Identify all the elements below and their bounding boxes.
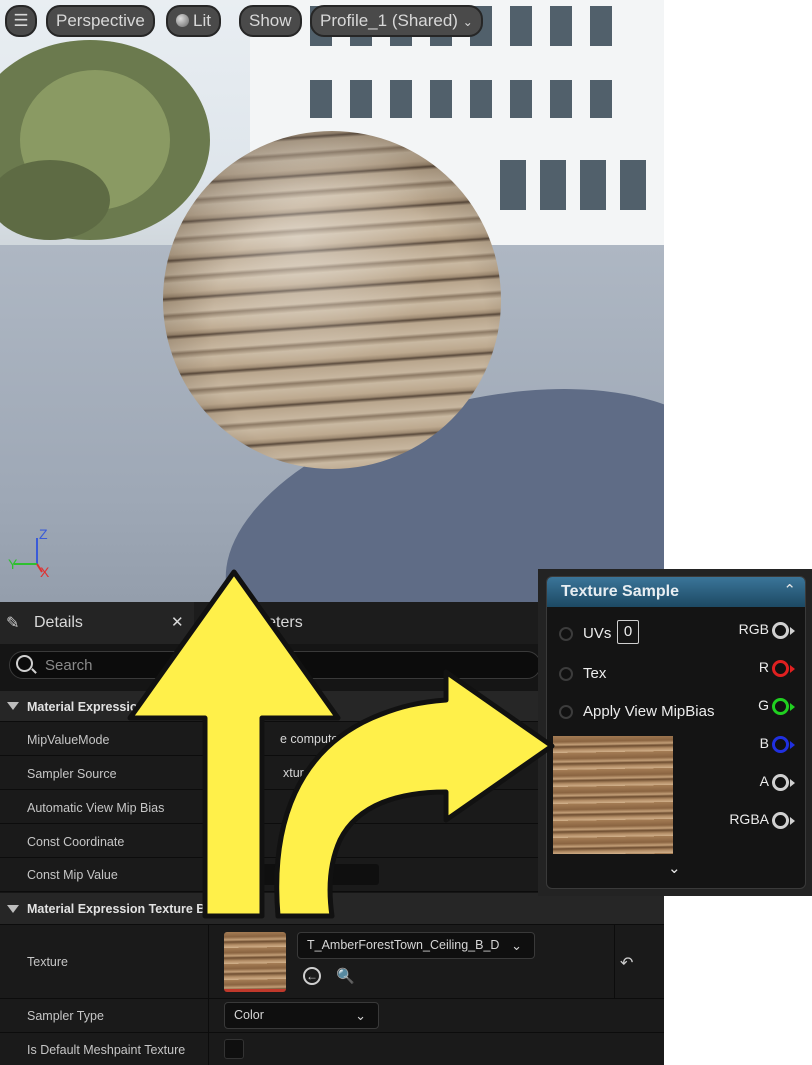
property-label: Is Default Meshpaint Texture: [27, 1043, 186, 1057]
texture-asset-thumbnail[interactable]: [224, 932, 286, 992]
property-label: Const Coordinate: [27, 835, 125, 849]
details-pencil-icon: ✎: [6, 615, 20, 632]
pin-arrow-icon: [790, 779, 795, 787]
pin-circle-icon: [772, 660, 789, 677]
pin-circle-icon: [772, 698, 789, 715]
lit-label: Lit: [193, 11, 211, 30]
pin-circle-icon: [559, 667, 573, 681]
property-label: Sampler Type: [27, 1009, 104, 1023]
level-viewport[interactable]: ☰ Perspective Lit Show Profile_1 (Shared…: [0, 0, 664, 602]
output-pin-r[interactable]: R: [695, 657, 795, 681]
viewport-menu-button[interactable]: ☰: [5, 5, 37, 37]
collapse-triangle-icon: [7, 702, 19, 710]
texture-asset-picker[interactable]: T_AmberForestTown_Ceiling_B_D ⌄: [297, 932, 535, 959]
texture-asset-name: T_AmberForestTown_Ceiling_B_D: [307, 938, 500, 952]
pin-circle-icon: [559, 705, 573, 719]
property-label: Const Mip Value: [27, 868, 118, 882]
property-label: Texture: [27, 955, 68, 969]
profile-label: Profile_1 (Shared): [320, 11, 458, 30]
property-row-sampler-type: Sampler Type Color ⌄: [0, 999, 664, 1033]
chevron-down-icon: ⌄: [511, 938, 522, 953]
collapse-triangle-icon: [7, 905, 19, 913]
output-pin-b[interactable]: B: [695, 733, 795, 757]
pin-arrow-icon: [790, 817, 795, 825]
property-label: Sampler Source: [27, 767, 117, 781]
pin-label: R: [758, 659, 769, 675]
reset-divider: [614, 925, 615, 998]
pin-arrow-icon: [790, 703, 795, 711]
node-title-bar[interactable]: Texture Sample ⌃: [547, 577, 805, 607]
show-button[interactable]: Show: [239, 5, 302, 37]
sampler-source-value[interactable]: xture a: [283, 766, 321, 780]
details-search-box[interactable]: Search: [9, 651, 541, 679]
sampler-type-value: Color: [234, 1008, 264, 1022]
input-pin-tex[interactable]: Tex: [559, 663, 709, 687]
perspective-label: Perspective: [56, 11, 145, 30]
property-row-texture: Texture T_AmberForestTown_Ceiling_B_D ⌄ …: [0, 925, 664, 999]
default-meshpaint-checkbox[interactable]: [224, 1039, 244, 1059]
output-pin-rgb[interactable]: RGB: [695, 619, 795, 643]
axis-z-label: Z: [39, 526, 48, 542]
mip-value-mode-value[interactable]: e computed: [280, 732, 345, 746]
expand-node-chevron-icon[interactable]: ⌄: [668, 859, 681, 877]
chevron-down-icon: ⌄: [355, 1008, 366, 1023]
pin-circle-icon: [772, 774, 789, 791]
search-placeholder: Search: [45, 657, 93, 674]
axis-gizmo: Z Y X: [8, 526, 58, 582]
pin-label: A: [759, 773, 769, 789]
pin-circle-icon: [559, 627, 573, 641]
chevron-up-icon[interactable]: ⌃: [783, 581, 796, 599]
axis-x-label: X: [40, 564, 50, 580]
sampler-type-dropdown[interactable]: Color ⌄: [224, 1002, 379, 1029]
axis-y-label: Y: [8, 556, 18, 572]
texture-preview-thumbnail: [553, 736, 673, 854]
output-pin-rgba[interactable]: RGBA: [695, 809, 795, 833]
pin-circle-icon: [772, 812, 789, 829]
uvs-index-box[interactable]: 0: [617, 620, 639, 644]
reset-to-default-icon[interactable]: ↶: [620, 953, 633, 973]
search-icon-handle: [31, 668, 37, 674]
browse-asset-icon[interactable]: 🔍: [336, 967, 356, 985]
pin-label: RGB: [738, 621, 769, 637]
pin-label: RGBA: [729, 811, 769, 827]
property-label: Automatic View Mip Bias: [27, 801, 165, 815]
input-pin-uvs[interactable]: UVs 0: [559, 620, 709, 647]
pin-label: B: [759, 735, 769, 751]
hamburger-menu-icon: ☰: [13, 11, 29, 30]
tab-parameters-label: Parameters: [220, 614, 303, 631]
property-row-default-meshpaint: Is Default Meshpaint Texture: [0, 1033, 664, 1065]
category-material-expression-texture-base[interactable]: Material Expression Texture Ba: [0, 893, 664, 925]
pin-arrow-icon: [790, 665, 795, 673]
use-selected-asset-icon[interactable]: ←: [303, 967, 321, 985]
tab-details-label: Details: [34, 614, 83, 631]
pin-circle-icon: [772, 622, 789, 639]
tab-details[interactable]: ✎ Details ✕: [0, 602, 194, 644]
show-label: Show: [249, 11, 292, 30]
uvs-index-value: 0: [623, 623, 633, 640]
category-label: Material Expression Texture Ba: [27, 902, 213, 916]
output-pin-a[interactable]: A: [695, 771, 795, 795]
pin-arrow-icon: [790, 627, 795, 635]
property-label: MipValueMode: [27, 733, 110, 747]
pin-arrow-icon: [790, 741, 795, 749]
tab-parameters[interactable]: Parameters: [210, 602, 390, 644]
chevron-down-icon: ⌄: [462, 15, 473, 29]
category-label: Material Expression: [27, 700, 146, 714]
material-preview-sphere: [163, 131, 501, 469]
pin-circle-icon: [772, 736, 789, 753]
output-pin-g[interactable]: G: [695, 695, 795, 719]
perspective-button[interactable]: Perspective: [46, 5, 155, 37]
profile-dropdown[interactable]: Profile_1 (Shared) ⌄: [310, 5, 483, 37]
pin-label: Tex: [583, 665, 607, 682]
const-mip-value-field[interactable]: [224, 864, 379, 885]
lit-button[interactable]: Lit: [166, 5, 221, 37]
pin-label: UVs: [583, 625, 612, 642]
texture-sample-node[interactable]: Texture Sample ⌃ UVs 0 Tex Apply View Mi…: [546, 576, 806, 889]
close-tab-icon[interactable]: ✕: [171, 613, 184, 631]
node-title: Texture Sample: [561, 583, 679, 600]
pin-label: G: [758, 697, 769, 713]
lit-mode-icon: [176, 14, 189, 27]
